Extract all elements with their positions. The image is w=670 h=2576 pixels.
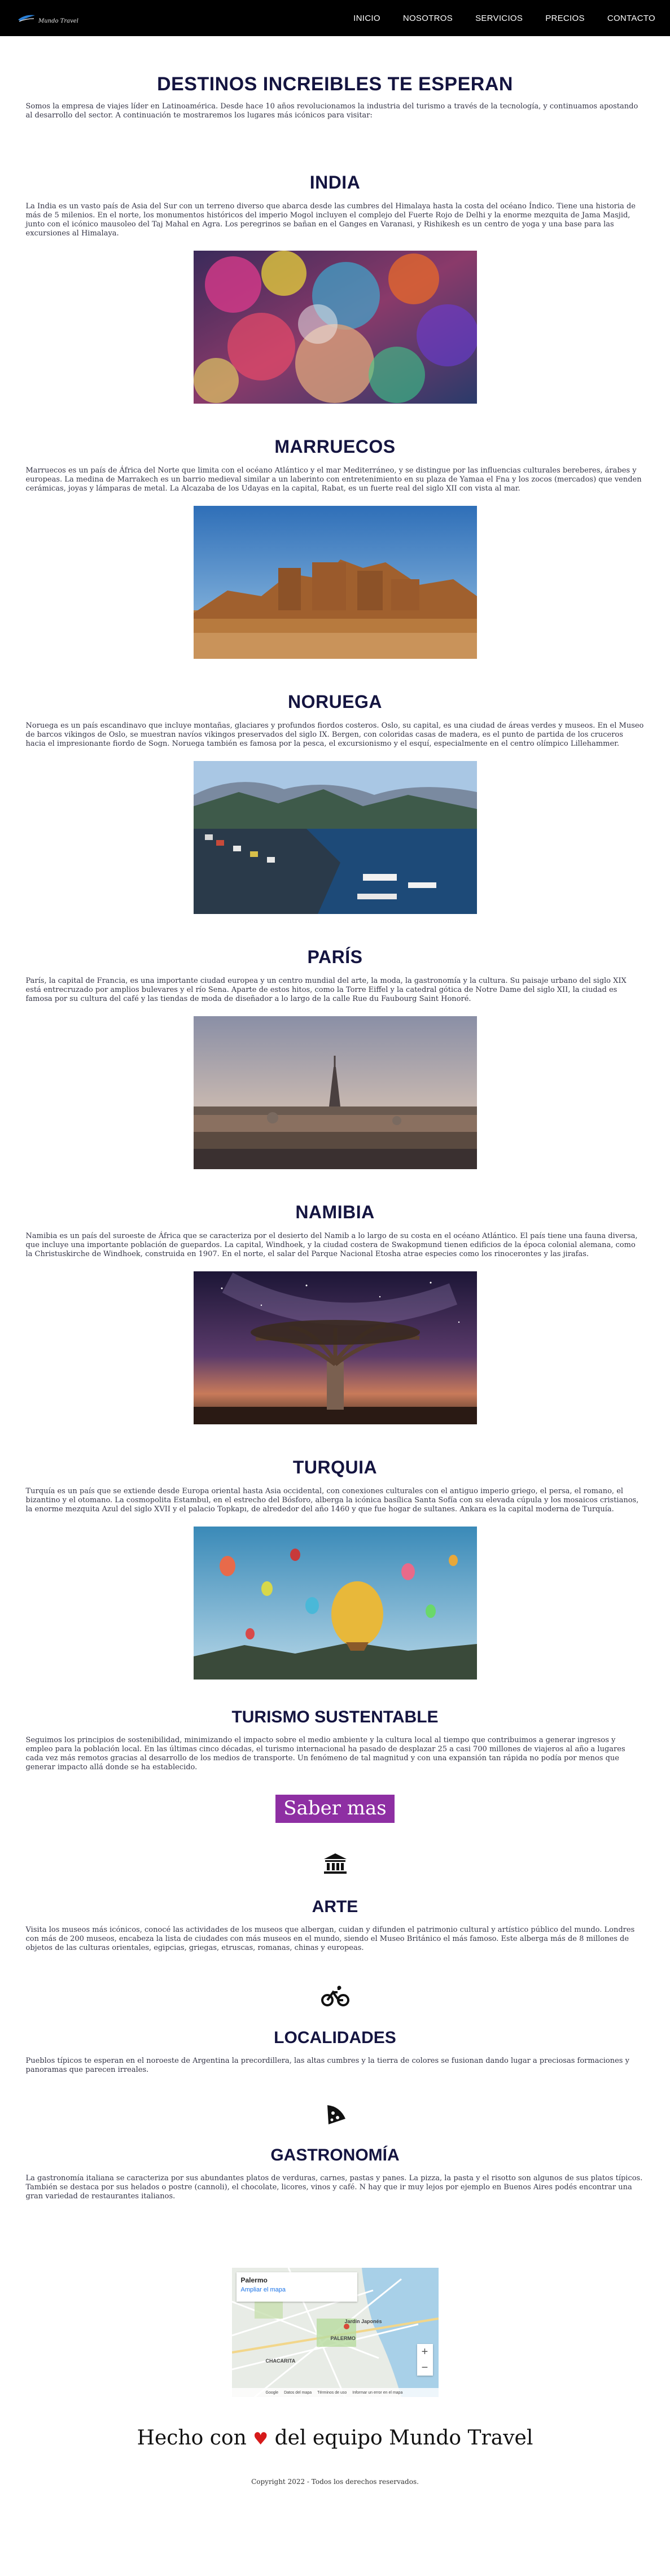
nav-inicio[interactable]: INICIO	[342, 14, 392, 23]
map-zoom-controls: + −	[417, 2344, 433, 2376]
plane-logo-icon	[18, 15, 35, 22]
zoom-in-button[interactable]: +	[417, 2344, 433, 2360]
logo[interactable]: Mundo Travel	[17, 12, 78, 24]
feature-gastronomia: GASTRONOMÍA La gastronomía italiana se c…	[25, 2102, 646, 2201]
map-info-card: Palermo Ampliar el mapa	[236, 2272, 357, 2302]
destination-text: Marruecos es un país de África del Norte…	[25, 466, 642, 493]
destination-marruecos: MARRUECOS Marruecos es un país de África…	[25, 436, 646, 659]
logo-text: Mundo Travel	[38, 18, 78, 24]
paris-skyline-image	[193, 1016, 477, 1169]
destination-title: MARRUECOS	[274, 436, 396, 457]
morocco-kasbah-image	[193, 506, 477, 659]
map-place-name: Palermo	[240, 2276, 268, 2284]
museum-icon	[323, 1853, 347, 1874]
destination-text: Noruega es un país escandinavo que inclu…	[25, 721, 644, 748]
destination-title: TURQUIA	[292, 1457, 378, 1477]
copyright: Copyright 2022 - Todos los derechos rese…	[251, 2478, 419, 2486]
destination-text: Namibia es un país del suroeste de Áfric…	[25, 1232, 638, 1258]
footer-credit: Hecho con ♥ del equipo Mundo Travel	[25, 2426, 646, 2450]
section-title: ARTE	[312, 1897, 358, 1916]
map-report-link[interactable]: Informar un error en el mapa	[352, 2391, 402, 2395]
section-text: Visita los museos más icónicos, conocé l…	[25, 1926, 635, 1952]
destination-text: París, la capital de Francia, es una imp…	[25, 977, 627, 1003]
map-footer: Google Datos del mapa Términos de uso In…	[231, 2388, 439, 2397]
destination-noruega: NORUEGA Noruega es un país escandinavo q…	[25, 692, 646, 914]
destination-title: NORUEGA	[287, 692, 383, 712]
enlarge-map-link[interactable]: Ampliar el mapa	[241, 2286, 353, 2293]
destination-paris: PARÍS París, la capital de Francia, es u…	[25, 947, 646, 1169]
embedded-map[interactable]: Jardín Japonés PALERMO CHACARITA Palermo…	[231, 2268, 439, 2397]
pizza-icon	[327, 2105, 345, 2124]
sustainable-tourism-section: TURISMO SUSTENTABLE Seguimos los princip…	[25, 1708, 646, 1823]
nav-nosotros[interactable]: NOSOTROS	[392, 14, 464, 23]
main-content: DESTINOS INCREIBLES TE ESPERAN Somos la …	[25, 73, 646, 2498]
heart-icon: ♥	[253, 2429, 269, 2449]
footer-credit-prefix: Hecho con	[137, 2426, 247, 2450]
turkey-balloons-image	[193, 1527, 477, 1680]
map-label: PALERMO	[330, 2336, 356, 2341]
section-title: TURISMO SUSTENTABLE	[231, 1708, 439, 1726]
section-text: Pueblos típicos te esperan en el noroest…	[25, 2057, 629, 2074]
page-title: DESTINOS INCREIBLES TE ESPERAN	[157, 73, 513, 95]
india-festival-image	[193, 251, 477, 404]
nav-servicios[interactable]: SERVICIOS	[464, 14, 534, 23]
section-text: Seguimos los principios de sostenibilida…	[25, 1736, 625, 1772]
destination-text: La India es un vasto país de Asia del Su…	[25, 202, 636, 238]
intro-text: Somos la empresa de viajes líder en Lati…	[25, 102, 638, 120]
nav-precios[interactable]: PRECIOS	[534, 14, 596, 23]
footer-credit-suffix: del equipo Mundo Travel	[274, 2426, 533, 2450]
footer: Hecho con ♥ del equipo Mundo Travel Copy…	[25, 2426, 646, 2498]
bicycle-icon	[321, 1985, 349, 2006]
nav-contacto[interactable]: CONTACTO	[596, 14, 655, 23]
destination-title: NAMIBIA	[295, 1202, 375, 1222]
destination-text: Turquía es un país que se extiende desde…	[25, 1487, 639, 1514]
destination-india: INDIA La India es un vasto país de Asia …	[25, 172, 646, 404]
map-label: CHACARITA	[265, 2358, 296, 2364]
destination-title: INDIA	[309, 172, 361, 193]
zoom-out-button[interactable]: −	[417, 2360, 433, 2376]
map-label: Jardín Japonés	[344, 2319, 382, 2324]
section-text: La gastronomía italiana se caracteriza p…	[25, 2174, 643, 2201]
feature-localidades: LOCALIDADES Pueblos típicos te esperan e…	[25, 1984, 646, 2075]
button-wrapper: Saber mas	[25, 1795, 646, 1823]
namibia-night-tree-image	[193, 1271, 477, 1424]
main-menu: INICIO NOSOTROS SERVICIOS PRECIOS CONTAC…	[342, 14, 655, 23]
destination-title: PARÍS	[307, 947, 363, 967]
section-title: GASTRONOMÍA	[270, 2146, 400, 2164]
map-data-link[interactable]: Datos del mapa	[284, 2391, 312, 2395]
navbar: Mundo Travel INICIO NOSOTROS SERVICIOS P…	[0, 0, 670, 36]
section-title: LOCALIDADES	[274, 2028, 396, 2047]
feature-arte: ARTE Visita los museos más icónicos, con…	[25, 1852, 646, 1953]
norway-harbor-image	[193, 761, 477, 914]
map-terms-link[interactable]: Términos de uso	[317, 2391, 347, 2395]
google-logo: Google	[265, 2390, 279, 2395]
destination-turquia: TURQUIA Turquía es un país que se extien…	[25, 1457, 646, 1680]
learn-more-button[interactable]: Saber mas	[275, 1795, 395, 1823]
destination-namibia: NAMIBIA Namibia es un país del suroeste …	[25, 1202, 646, 1424]
